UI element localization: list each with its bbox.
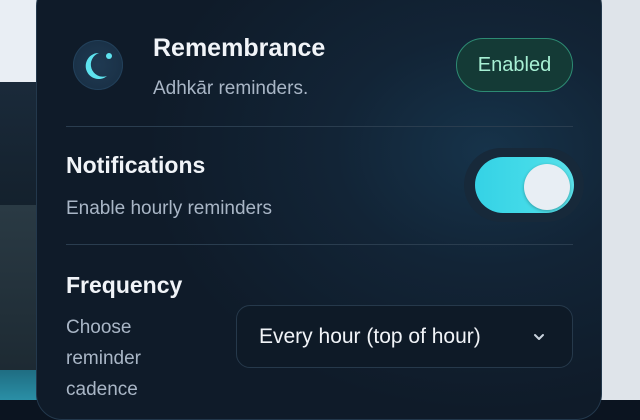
notifications-description: Enable hourly reminders bbox=[66, 198, 272, 219]
app-title: Remembrance bbox=[153, 34, 326, 62]
crescent-moon-icon bbox=[85, 52, 112, 79]
app-logo bbox=[73, 40, 123, 90]
frequency-select[interactable]: Every hour (top of hour) bbox=[236, 305, 573, 368]
frequency-description-line-1: Choose bbox=[66, 317, 132, 338]
chevron-down-icon bbox=[534, 334, 544, 340]
frequency-select-value: Every hour (top of hour) bbox=[259, 324, 481, 348]
divider bbox=[66, 126, 573, 127]
toggle-knob[interactable] bbox=[524, 164, 570, 210]
background-window-left bbox=[0, 0, 40, 400]
status-badge: Enabled bbox=[456, 38, 573, 92]
notifications-title: Notifications bbox=[66, 152, 206, 178]
frequency-description-line-2: reminder bbox=[66, 348, 141, 369]
divider bbox=[66, 244, 573, 245]
app-subtitle: Adhkār reminders. bbox=[153, 78, 309, 99]
frequency-title: Frequency bbox=[66, 272, 183, 298]
background-window-right bbox=[600, 0, 640, 400]
frequency-description-line-3: cadence bbox=[66, 379, 138, 400]
